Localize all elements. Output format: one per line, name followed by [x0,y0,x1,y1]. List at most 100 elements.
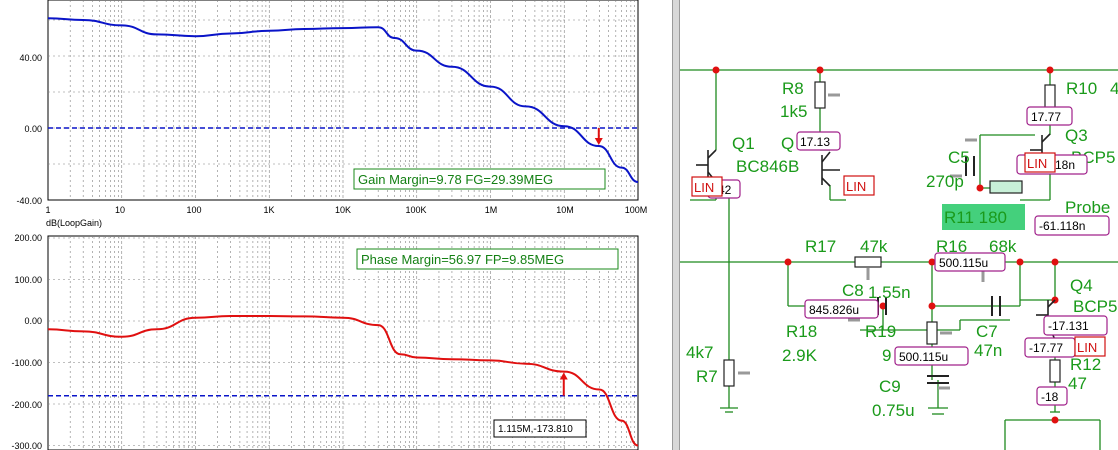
pane-splitter[interactable] [672,0,680,450]
schematic-pane[interactable]: R8 1k5 Q1 BC846B Q R10 4 Q3 BCP5 C5 270p… [680,0,1118,450]
probe-value: 500.115u [939,256,988,270]
phase-y-tick: -300.00 [11,441,42,450]
lin-tag[interactable]: LIN [1074,336,1106,357]
x-tick: 100M [625,205,648,215]
label-probe: Probe [1065,198,1110,217]
probe-value: 18n [1055,158,1075,172]
r8-resistor-icon [814,81,826,109]
probe-value: 845.826u [809,303,859,317]
label-q1: Q1 [732,134,755,153]
label-r8-value: 1k5 [780,102,807,121]
lin-tag[interactable]: LIN [1024,152,1056,173]
lin-tag[interactable]: LIN [691,176,723,197]
phase-margin-annotation[interactable]: Phase Margin=56.97 FP=9.85MEG [356,248,619,270]
probe-value: -17.77 [1029,341,1063,355]
label-c7: C7 [976,322,998,341]
q2-transistor-icon [821,151,840,187]
x-tick: 100 [186,205,201,215]
x-tick: 10 [115,205,125,215]
label-c8-value: 1.55n [868,283,911,302]
cursor-readout-text: 1.115M,-173.810 [498,424,573,435]
gain-y-tick: 0.00 [24,124,42,134]
value-probe[interactable]: 17.13 [796,131,841,151]
label-r10: R10 [1066,79,1097,98]
value-probe[interactable]: -18 [1036,386,1068,406]
label-r7: R7 [696,367,718,386]
svg-text:LIN: LIN [694,180,714,195]
lin-tag[interactable]: LIN [843,175,875,196]
x-tick: 100K [405,205,426,215]
label-r10-partial: 4 [1110,79,1118,98]
schematic-canvas[interactable]: R8 1k5 Q1 BC846B Q R10 4 Q3 BCP5 C5 270p… [680,0,1118,450]
gain-margin-annotation[interactable]: Gain Margin=9.78 FG=29.39MEG [353,168,606,190]
probe-value: 17.13 [800,135,830,149]
label-q4: Q4 [1070,276,1093,295]
label-r8: R8 [782,79,804,98]
value-probe[interactable]: 500.115u [934,252,1006,272]
gain-y-tick: 40.00 [19,53,42,63]
label-c8: C8 [842,281,864,300]
label-r19: R19 [865,322,896,341]
label-r17-value: 47k [860,237,888,256]
value-probe[interactable]: 845.826u [804,299,879,319]
label-q2-partial: Q [781,134,794,153]
probe-value: -17.131 [1048,319,1089,333]
x-tick: 1 [45,205,50,215]
phase-y-ticks: 200.00 100.00 0.00 -100.00 -200.00 -300.… [11,233,42,450]
phase-y-tick: 100.00 [14,275,42,285]
phase-y-tick: -200.00 [11,400,42,410]
x-tick: 10K [335,205,351,215]
label-r11: R11 180 [944,208,1007,227]
gain-margin-arrowhead [594,138,603,145]
cursor-readout[interactable]: 1.115M,-173.810 [493,419,587,438]
x-tick: 1M [485,205,498,215]
value-probe[interactable]: -61.118n [1034,215,1110,236]
value-probe[interactable]: 500.115u [894,346,969,366]
label-c9: C9 [879,377,901,396]
probe-value: -61.118n [1039,219,1085,233]
gain-axis-label: dB(LoopGain) [46,218,102,228]
gain-margin-marker-icon [594,128,603,145]
r7-resistor-icon [723,359,735,387]
probe-value: 500.115u [899,350,948,364]
plot-pane[interactable]: 40.00 0.00 -40.00 1 10 100 1K 10K 100K 1… [0,0,672,450]
x-tick: 1K [263,205,274,215]
label-r12: R12 [1070,355,1101,374]
label-c7-value: 47n [974,341,1002,360]
frequency-x-ticks: 1 10 100 1K 10K 100K 1M 10M 100M [45,205,647,215]
value-probe[interactable]: -17.131 [1043,315,1108,336]
label-q4-type: BCP5 [1073,297,1117,316]
gain-margin-text: Gain Margin=9.78 FG=29.39MEG [358,172,553,187]
r11-resistor-icon [989,180,1023,194]
phase-y-tick: 0.00 [24,316,42,326]
r12-resistor-icon [1049,359,1061,383]
value-probe[interactable]: -17.77 [1024,337,1076,358]
svg-text:LIN: LIN [1077,340,1097,355]
gain-y-tick: -40.00 [16,196,42,206]
value-probe[interactable]: 17.77 [1026,106,1073,126]
plot-canvas[interactable]: 40.00 0.00 -40.00 1 10 100 1K 10K 100K 1… [0,0,672,450]
svg-text:LIN: LIN [846,179,866,194]
probe-value: 17.77 [1031,110,1061,124]
label-r17: R17 [805,237,836,256]
phase-margin-text: Phase Margin=56.97 FP=9.85MEG [361,252,564,267]
r19-resistor-icon [926,321,938,345]
phase-y-tick: -100.00 [11,358,42,368]
label-r7-value: 4k7 [686,343,713,362]
label-q1-type: BC846B [736,157,799,176]
label-r19-value: 9 [882,346,891,365]
gain-y-ticks: 40.00 0.00 -40.00 [16,53,42,206]
probe-value: -18 [1041,390,1059,404]
label-q3: Q3 [1065,126,1088,145]
label-r12-value: 47 [1068,374,1087,393]
label-c5: C5 [948,148,970,167]
label-c9-value: 0.75u [872,401,915,420]
svg-text:LIN: LIN [1027,156,1047,171]
r10-resistor-icon [1044,84,1056,110]
label-r18: R18 [786,322,817,341]
label-c5-value: 270p [926,172,964,191]
label-r18-value: 2.9K [782,346,818,365]
phase-y-tick: 200.00 [14,233,42,243]
r17-resistor-icon [854,256,882,268]
x-tick: 10M [556,205,574,215]
